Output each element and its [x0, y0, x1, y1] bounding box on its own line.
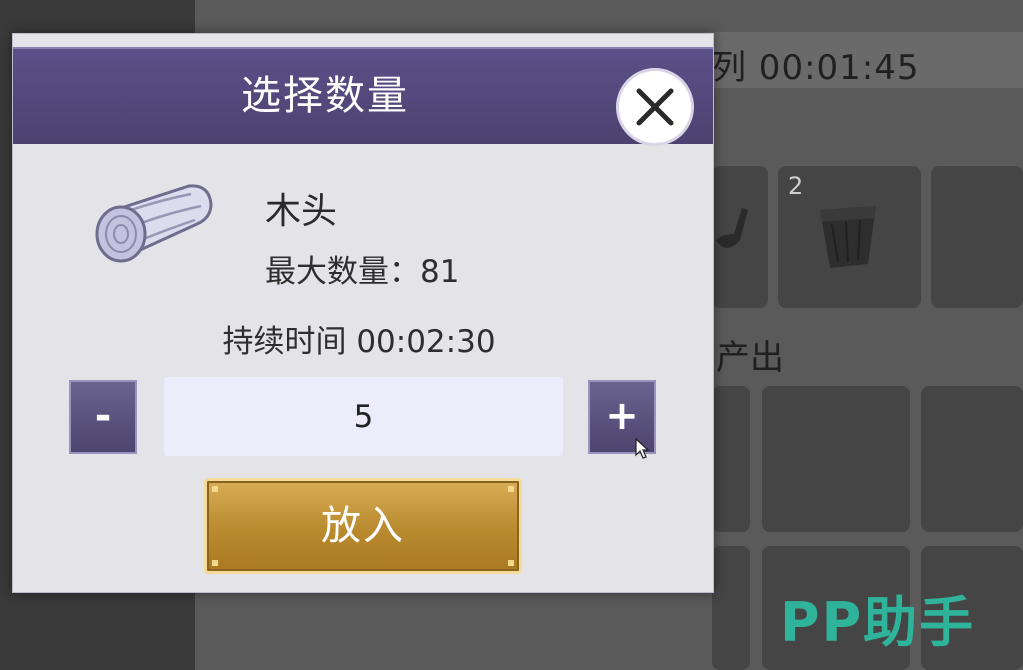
select-quantity-dialog: 选择数量 木头 最大数量：81 持续时间 00:02:30 - + 放入 — [12, 33, 714, 593]
dialog-header: 选择数量 — [13, 47, 713, 144]
duration: 持续时间 00:02:30 — [13, 316, 713, 361]
confirm-button-label: 放入 — [321, 503, 405, 549]
close-icon — [636, 88, 674, 126]
background-slot — [762, 386, 910, 532]
slot-count: 2 — [788, 172, 804, 200]
max-quantity-value: 81 — [420, 254, 460, 290]
background-slot — [931, 166, 1023, 308]
max-quantity-label: 最大数量： — [265, 254, 420, 290]
duration-label: 持续时间 — [222, 324, 347, 360]
item-name: 木头 — [265, 191, 338, 232]
dialog-title: 选择数量 — [241, 73, 409, 119]
wood-log-icon — [95, 184, 213, 263]
confirm-button[interactable]: 放入 — [204, 478, 522, 574]
background-queue-label: 列 00:01:45 — [712, 48, 920, 88]
background-slot — [712, 386, 750, 532]
mouse-cursor-icon — [635, 438, 649, 459]
pan-icon — [716, 208, 748, 248]
max-quantity: 最大数量：81 — [265, 246, 459, 291]
background-slot — [921, 386, 1023, 532]
bucket-icon — [820, 206, 876, 268]
quantity-input[interactable] — [164, 377, 563, 456]
background-output-label: 产出 — [716, 338, 784, 378]
decrease-button[interactable]: - — [69, 380, 137, 454]
watermark: PP助手 — [780, 591, 976, 654]
background-slot — [712, 546, 750, 670]
duration-value: 00:02:30 — [356, 324, 496, 360]
close-button[interactable] — [619, 71, 691, 143]
